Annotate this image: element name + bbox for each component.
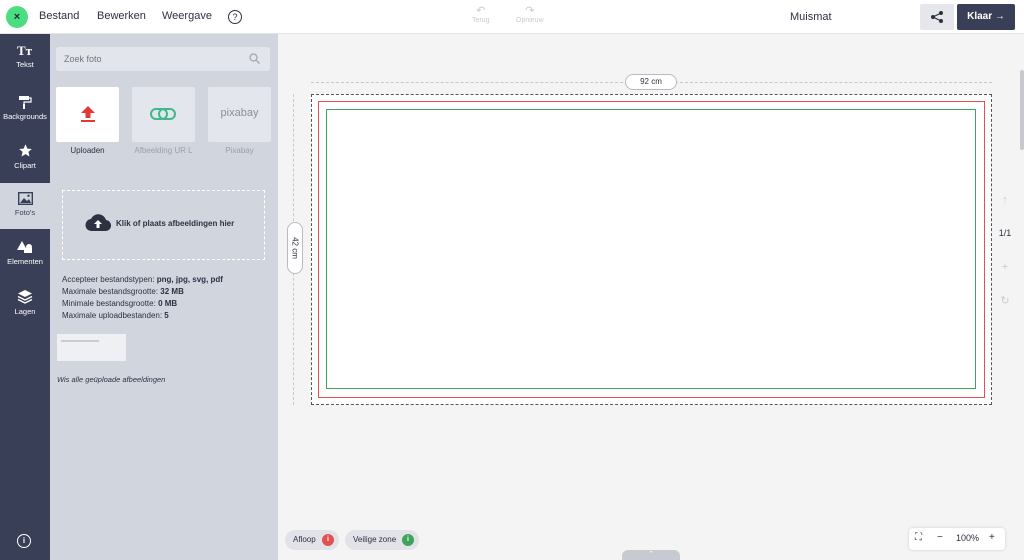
menu-bestand[interactable]: Bestand	[39, 10, 79, 22]
shapes-icon	[17, 241, 32, 253]
search-box	[56, 47, 270, 71]
page-up-icon[interactable]: ↑	[996, 194, 1014, 206]
undo-button[interactable]: ↶ Terug	[472, 5, 490, 24]
zoom-controls: ⛶ − 100% +	[909, 528, 1005, 550]
share-icon	[931, 11, 943, 23]
rail-item-backgrounds[interactable]: Backgrounds	[0, 86, 50, 132]
link-icon	[150, 108, 176, 120]
rail-item-tekst[interactable]: Tт Tekst	[0, 34, 50, 80]
image-icon	[17, 192, 33, 205]
width-label: 92 cm	[625, 74, 677, 90]
menu-weergave[interactable]: Weergave	[162, 10, 212, 22]
safe-zone-toggle[interactable]: Veilige zone i	[345, 530, 419, 550]
bleed-toggle-label: Afloop	[293, 535, 316, 544]
zoom-level: 100%	[956, 533, 980, 543]
photos-panel: Uploaden Afbeelding UR L pixabay Pixabay…	[50, 34, 278, 560]
rail-label: Elementen	[7, 257, 43, 266]
bottom-drawer-handle[interactable]: ⌃	[622, 550, 680, 560]
zoom-out-button[interactable]: −	[937, 532, 943, 543]
pixabay-logo: pixabay	[220, 107, 259, 119]
source-url-label: Afbeelding UR L	[134, 146, 193, 155]
fullscreen-icon[interactable]: ⛶	[915, 532, 922, 543]
rail-label: Foto's	[14, 208, 36, 217]
redo-label: Opnieuw	[516, 17, 544, 24]
rail-item-fotos[interactable]: Foto's	[0, 183, 50, 229]
info-line: Accepteer bestandstypen: png, jpg, svg, …	[62, 275, 223, 284]
bleed-toggle[interactable]: Afloop i	[285, 530, 339, 550]
info-line: Maximale uploadbestanden: 5	[62, 311, 169, 320]
paint-roller-icon	[19, 96, 32, 109]
info-line: Minimale bestandsgrootte: 0 MB	[62, 299, 178, 308]
add-page-icon[interactable]: +	[996, 261, 1014, 273]
upload-arrow-icon	[81, 106, 95, 122]
document-title: Muismat	[790, 11, 832, 23]
page-count: 1/1	[998, 228, 1012, 238]
menu-bewerken[interactable]: Bewerken	[97, 10, 146, 22]
upload-dropzone[interactable]: Klik of plaats afbeeldingen hier	[62, 190, 265, 260]
rail-item-lagen[interactable]: Lagen	[0, 280, 50, 326]
dropzone-text: Klik of plaats afbeeldingen hier	[116, 219, 235, 228]
star-icon	[18, 144, 32, 157]
safe-zone-toggle-label: Veilige zone	[353, 535, 397, 544]
text-icon: Tт	[17, 43, 33, 57]
safe-zone-line	[326, 109, 976, 389]
close-button[interactable]: ×	[6, 6, 28, 28]
refresh-icon[interactable]: ↻	[996, 294, 1014, 307]
height-label: 42 cm	[287, 222, 303, 274]
info-line: Maximale bestandsgrootte: 32 MB	[62, 287, 184, 296]
source-upload-tile[interactable]	[56, 87, 119, 142]
undo-icon: ↶	[476, 5, 486, 17]
source-url-tile[interactable]	[132, 87, 195, 142]
source-pixabay-label: Pixabay	[225, 146, 254, 155]
redo-icon: ↷	[525, 5, 535, 17]
scrollbar[interactable]	[1020, 70, 1024, 150]
zoom-in-button[interactable]: +	[989, 532, 995, 543]
search-input[interactable]	[56, 47, 236, 71]
rail-label: Clipart	[14, 161, 36, 170]
done-button[interactable]: Klaar →	[957, 4, 1015, 30]
left-rail: Tт Tekst Backgrounds Clipart Foto's Elem…	[0, 34, 50, 560]
layers-icon	[17, 290, 33, 304]
search-icon[interactable]	[249, 53, 260, 64]
info-icon[interactable]: i	[17, 534, 31, 548]
redo-button[interactable]: ↷ Opnieuw	[516, 5, 544, 24]
uploaded-thumbnail[interactable]	[57, 334, 126, 361]
top-bar: × Bestand Bewerken Weergave ? ↶ Terug ↷ …	[0, 0, 1024, 34]
svg-text:Tт: Tт	[17, 43, 33, 57]
cloud-upload-icon	[85, 214, 111, 232]
rail-label: Tekst	[16, 60, 34, 69]
source-upload-label: Uploaden	[70, 146, 105, 155]
undo-label: Terug	[472, 17, 490, 24]
share-button[interactable]	[920, 4, 954, 30]
clear-uploads-link[interactable]: Wis alle geüploade afbeeldingen	[57, 375, 165, 384]
rail-label: Lagen	[14, 307, 36, 316]
help-icon[interactable]: ?	[228, 10, 242, 24]
safe-zone-info-icon: i	[402, 534, 414, 546]
source-pixabay-tile[interactable]: pixabay	[208, 87, 271, 142]
rail-label: Backgrounds	[3, 112, 47, 121]
upload-info: Accepteer bestandstypen: png, jpg, svg, …	[62, 274, 223, 322]
rail-item-elementen[interactable]: Elementen	[0, 231, 50, 277]
bleed-info-icon: i	[322, 534, 334, 546]
rail-item-clipart[interactable]: Clipart	[0, 134, 50, 180]
